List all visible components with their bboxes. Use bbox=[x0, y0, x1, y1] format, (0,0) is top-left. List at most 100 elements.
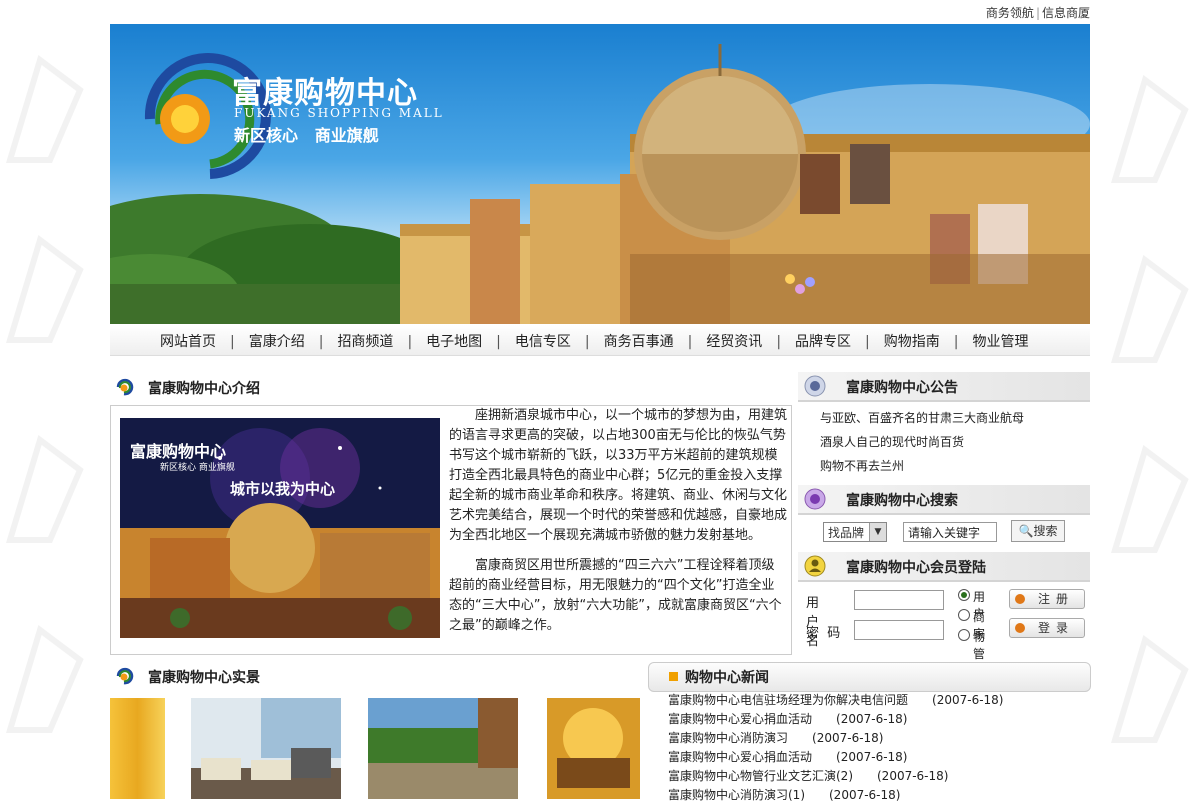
nav-item-brands[interactable]: 品牌专区 bbox=[795, 331, 851, 351]
register-label: 注册 bbox=[1038, 592, 1075, 606]
news-item-date: (2007-6-18) bbox=[877, 769, 949, 783]
nav-separator: | bbox=[318, 334, 324, 350]
search-button[interactable]: 🔍搜索 bbox=[1011, 520, 1065, 542]
logo-en: FUKANG SHOPPING MALL bbox=[234, 106, 444, 120]
gallery-title: 富康购物中心实景 bbox=[148, 670, 260, 686]
nav-item-property[interactable]: 物业管理 bbox=[972, 331, 1028, 351]
news-item-date: (2007-6-18) bbox=[836, 712, 908, 726]
notice-item[interactable]: 购物不再去兰州 bbox=[820, 456, 1024, 480]
gallery-photos bbox=[110, 698, 640, 799]
intro-text: 座拥新酒泉城市中心，以一个城市的梦想为由，用建筑的语言寻求更高的突破，以占地30… bbox=[449, 406, 787, 646]
nav-item-map[interactable]: 电子地图 bbox=[426, 331, 482, 351]
news-item-title: 富康购物中心电信驻场经理为你解决电信问题 bbox=[668, 693, 909, 707]
intro-image-logo-sub: 新区核心 商业旗舰 bbox=[160, 463, 235, 473]
magnifier-icon bbox=[804, 488, 826, 510]
search-type-value: 找品牌 bbox=[828, 526, 865, 540]
search-type-select[interactable]: 找品牌 ▼ bbox=[823, 522, 887, 542]
news-item-date: (2007-6-18) bbox=[829, 788, 901, 802]
notice-title: 富康购物中心公告 bbox=[846, 380, 958, 396]
intro-image-logo: 富康购物中心 bbox=[130, 442, 227, 461]
logo-slogan: 新区核心 商业旗舰 bbox=[234, 126, 379, 145]
search-button-label: 搜索 bbox=[1033, 524, 1058, 538]
news-item-title: 富康购物中心爱心捐血活动 bbox=[668, 712, 813, 726]
member-icon bbox=[804, 555, 826, 577]
news-item-title: 富康购物中心爱心捐血活动 bbox=[668, 750, 813, 764]
password-input[interactable] bbox=[854, 620, 944, 640]
search-title: 富康购物中心搜索 bbox=[846, 493, 958, 509]
main-nav: 网站首页 | 富康介绍 | 招商频道 | 电子地图 | 电信专区 | 商务百事通 | 经贸资讯 | 品牌专区… bbox=[110, 325, 1090, 356]
watermark-logo bbox=[1105, 630, 1195, 750]
gallery-photo[interactable] bbox=[191, 698, 341, 799]
password-label: 密 码 bbox=[806, 626, 841, 641]
radio-property[interactable]: 物管 bbox=[958, 628, 985, 662]
intro-title: 富康购物中心介绍 bbox=[148, 381, 260, 397]
top-links-separator: | bbox=[1035, 6, 1040, 20]
news-header: 购物中心新闻 bbox=[648, 662, 1091, 692]
top-links: 商务领航 | 信息商厦 bbox=[986, 4, 1090, 21]
news-item-title: 富康购物中心消防演习 bbox=[668, 731, 789, 745]
search-button-icon: 🔍 bbox=[1018, 524, 1034, 538]
gallery-photo[interactable] bbox=[368, 698, 518, 799]
news-list: 富康购物中心电信驻场经理为你解决电信问题 (2007-6-18) 富康购物中心爱心… bbox=[668, 692, 1003, 806]
intro-paragraph: 富康商贸区用世所震撼的“四三六六”工程诠释着顶级超前的商业经营目标，用无限魅力的… bbox=[449, 558, 782, 633]
gallery-photo[interactable] bbox=[110, 698, 165, 799]
nav-item-about[interactable]: 富康介绍 bbox=[249, 331, 305, 351]
link-info-mall[interactable]: 信息商厦 bbox=[1042, 6, 1090, 20]
register-button[interactable]: 注册 bbox=[1009, 589, 1085, 609]
member-title: 富康购物中心会员登陆 bbox=[846, 560, 986, 576]
news-item[interactable]: 富康购物中心电信驻场经理为你解决电信问题 (2007-6-18) bbox=[668, 692, 1003, 711]
fukang-logo-icon bbox=[116, 667, 134, 685]
gallery-photo[interactable] bbox=[547, 698, 640, 799]
link-business-guide[interactable]: 商务领航 bbox=[986, 6, 1034, 20]
nav-item-business-guide[interactable]: 商务百事通 bbox=[604, 331, 674, 351]
search-header: 富康购物中心搜索 bbox=[798, 485, 1090, 515]
nav-separator: | bbox=[584, 334, 590, 350]
nav-item-telecom[interactable]: 电信专区 bbox=[515, 331, 571, 351]
gallery-section-header: 富康购物中心实景 bbox=[110, 663, 640, 693]
watermark-logo bbox=[1105, 440, 1195, 560]
lobby-photo bbox=[547, 698, 640, 799]
chevron-down-icon: ▼ bbox=[869, 523, 886, 541]
intro-box: 富康购物中心 新区核心 商业旗舰 城市以我为中心 座拥新酒泉城市中心，以一个城市… bbox=[110, 405, 792, 655]
watermark-logo bbox=[0, 620, 90, 740]
notice-item[interactable]: 酒泉人自己的现代时尚百货 bbox=[820, 432, 1024, 456]
news-item[interactable]: 富康购物中心物管行业文艺汇演(2) (2007-6-18) bbox=[668, 768, 1003, 787]
watermark-logo bbox=[1105, 70, 1195, 190]
nav-item-trade-news[interactable]: 经贸资讯 bbox=[706, 331, 762, 351]
notice-list: 与亚欧、百盛齐名的甘肃三大商业航母 酒泉人自己的现代时尚百货 购物不再去兰州 bbox=[820, 408, 1024, 480]
news-item[interactable]: 富康购物中心爱心捐血活动 (2007-6-18) bbox=[668, 711, 1003, 730]
intro-section-header: 富康购物中心介绍 bbox=[110, 374, 790, 404]
fukang-logo-icon bbox=[116, 378, 134, 396]
watermark-logo bbox=[0, 230, 90, 350]
news-item-date: (2007-6-18) bbox=[836, 750, 908, 764]
news-item[interactable]: 富康购物中心消防演习(1) (2007-6-18) bbox=[668, 787, 1003, 806]
nav-separator: | bbox=[953, 334, 959, 350]
nav-item-shopping-guide[interactable]: 购物指南 bbox=[884, 331, 940, 351]
watermark-logo bbox=[0, 430, 90, 550]
intro-image-caption: 城市以我为中心 bbox=[230, 480, 336, 498]
bullet-square-icon bbox=[669, 672, 678, 681]
office-lounge-photo bbox=[191, 698, 341, 799]
notice-item[interactable]: 与亚欧、百盛齐名的甘肃三大商业航母 bbox=[820, 408, 1024, 432]
login-label: 登录 bbox=[1038, 621, 1075, 635]
arrow-icon bbox=[1015, 594, 1025, 604]
username-input[interactable] bbox=[854, 590, 944, 610]
nav-separator: | bbox=[776, 334, 782, 350]
nav-item-home[interactable]: 网站首页 bbox=[160, 331, 216, 351]
member-header: 富康购物中心会员登陆 bbox=[798, 552, 1090, 582]
intro-paragraph: 座拥新酒泉城市中心，以一个城市的梦想为由，用建筑的语言寻求更高的突破，以占地30… bbox=[449, 408, 788, 543]
nav-separator: | bbox=[496, 334, 501, 350]
news-item[interactable]: 富康购物中心爱心捐血活动 (2007-6-18) bbox=[668, 749, 1003, 768]
notice-icon bbox=[804, 375, 826, 397]
login-button[interactable]: 登录 bbox=[1009, 618, 1085, 638]
nav-item-investment[interactable]: 招商频道 bbox=[337, 331, 393, 351]
news-item-date: (2007-6-18) bbox=[812, 731, 884, 745]
courtyard-photo bbox=[368, 698, 518, 799]
search-input[interactable]: 请输入关键字 bbox=[903, 522, 997, 542]
intro-image: 富康购物中心 新区核心 商业旗舰 城市以我为中心 bbox=[120, 418, 440, 638]
news-item-date: (2007-6-18) bbox=[932, 693, 1004, 707]
header-banner: 富康购物中心 FUKANG SHOPPING MALL 新区核心 商业旗舰 bbox=[110, 24, 1090, 324]
nav-separator: | bbox=[230, 334, 235, 350]
news-item[interactable]: 富康购物中心消防演习 (2007-6-18) bbox=[668, 730, 1003, 749]
notice-header: 富康购物中心公告 bbox=[798, 372, 1090, 402]
